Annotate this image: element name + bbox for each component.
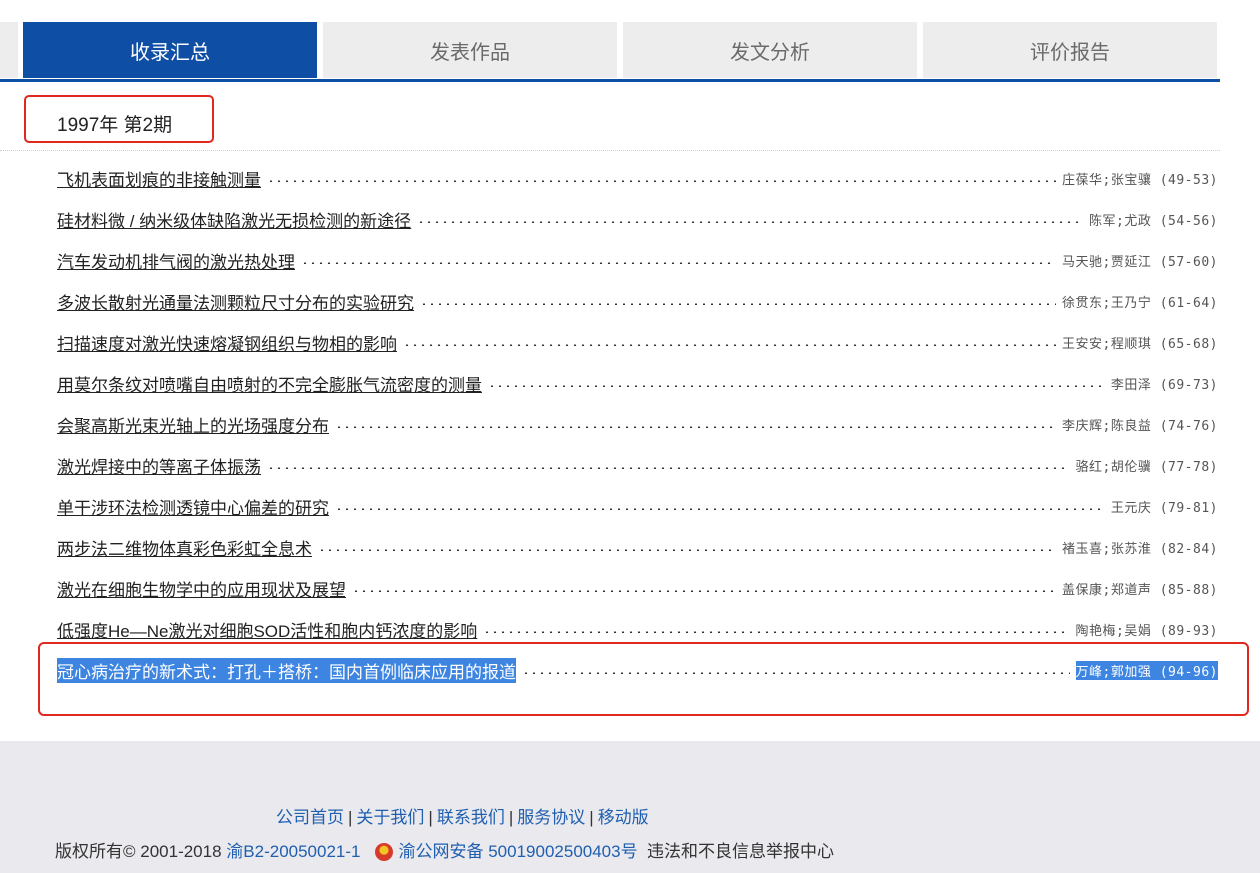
dot-leader: [318, 548, 1057, 551]
dot-leader: [417, 220, 1084, 223]
dot-leader: [267, 179, 1057, 182]
article-authors: 庄葆华;张宝骧: [1062, 173, 1152, 188]
issue-highlight-box: [24, 95, 214, 143]
article-title-link[interactable]: 激光焊接中的等离子体振荡: [57, 453, 261, 478]
dot-leader: [488, 384, 1105, 387]
article-title-link[interactable]: 会聚高斯光束光轴上的光场强度分布: [57, 412, 329, 437]
article-title-link[interactable]: 飞机表面划痕的非接触测量: [57, 166, 261, 191]
article-title-link[interactable]: 单干涉环法检测透镜中心偏差的研究: [57, 494, 329, 519]
dot-leader: [267, 466, 1070, 469]
article-title-link[interactable]: 两步法二维物体真彩色彩虹全息术: [57, 535, 312, 560]
article-title-link[interactable]: 激光在细胞生物学中的应用现状及展望: [57, 576, 346, 601]
article-pages: (77-78): [1159, 460, 1218, 475]
footer-link-terms[interactable]: 服务协议: [517, 808, 585, 827]
article-title-link[interactable]: 用莫尔条纹对喷嘴自由喷射的不完全膨胀气流密度的测量: [57, 371, 482, 396]
article-pages: (74-76): [1159, 419, 1218, 434]
article-title-link[interactable]: 汽车发动机排气阀的激光热处理: [57, 248, 295, 273]
tab-bar: 收录汇总 发表作品 发文分析 评价报告: [0, 0, 1260, 84]
article-pages: (79-81): [1159, 501, 1218, 516]
article-row: 激光焊接中的等离子体振荡 骆红;胡伦骥 (77-78): [57, 445, 1218, 486]
article-title-link[interactable]: 低强度He—Ne激光对细胞SOD活性和胞内钙浓度的影响: [57, 617, 477, 642]
article-pages: (54-56): [1159, 214, 1218, 229]
police-badge-icon: [374, 842, 393, 861]
article-pages: (65-68): [1159, 337, 1218, 352]
article-row: 单干涉环法检测透镜中心偏差的研究 王元庆 (79-81): [57, 486, 1218, 527]
article-title-link[interactable]: 硅材料微 / 纳米级体缺陷激光无损检测的新途径: [57, 207, 411, 232]
article-row: 扫描速度对激光快速熔凝钢组织与物相的影响 王安安;程顺琪 (65-68): [57, 322, 1218, 363]
article-authors: 陶艳梅;吴娟: [1075, 624, 1152, 639]
article-title-link[interactable]: 多波长散射光通量法测颗粒尺寸分布的实验研究: [57, 289, 414, 314]
article-row: 用莫尔条纹对喷嘴自由喷射的不完全膨胀气流密度的测量 李田泽 (69-73): [57, 363, 1218, 404]
article-pages: (82-84): [1159, 542, 1218, 557]
dot-leader: [352, 589, 1057, 592]
dot-leader: [420, 302, 1057, 305]
article-pages: (57-60): [1159, 255, 1218, 270]
tab-publications[interactable]: 发表作品: [323, 22, 617, 78]
icp-link[interactable]: 渝B2-20050021-1: [226, 837, 360, 862]
article-meta: 陶艳梅;吴娟 (89-93): [1076, 620, 1218, 639]
footer-link-home[interactable]: 公司首页: [276, 808, 344, 827]
article-row: 汽车发动机排气阀的激光热处理 马天驰;贾延江 (57-60): [57, 240, 1218, 281]
footer-link-about[interactable]: 关于我们: [356, 808, 424, 827]
article-pages: (49-53): [1159, 173, 1218, 188]
tab-report[interactable]: 评价报告: [923, 22, 1217, 78]
dot-leader: [335, 507, 1105, 510]
article-authors: 王安安;程顺琪: [1062, 337, 1152, 352]
article-authors: 李庆辉;陈良益: [1062, 419, 1152, 434]
selection-highlight-box: [38, 642, 1249, 716]
article-meta: 盖保康;郑道声 (85-88): [1062, 579, 1218, 598]
footer: 公司首页 | 关于我们 | 联系我们 | 服务协议 | 移动版 版权所有© 2001-2018 …: [0, 741, 1260, 873]
article-row: 两步法二维物体真彩色彩虹全息术 褚玉喜;张苏淮 (82-84): [57, 527, 1218, 568]
article-meta: 李庆辉;陈良益 (74-76): [1062, 415, 1218, 434]
article-authors: 徐贯东;王乃宁: [1062, 296, 1152, 311]
article-authors: 马天驰;贾延江: [1062, 255, 1152, 270]
dot-leader: [483, 630, 1070, 633]
dot-leader: [301, 261, 1057, 264]
tab-underline: [0, 79, 1220, 82]
article-row: 激光在细胞生物学中的应用现状及展望 盖保康;郑道声 (85-88): [57, 568, 1218, 609]
article-authors: 盖保康;郑道声: [1062, 583, 1152, 598]
article-authors: 褚玉喜;张苏淮: [1062, 542, 1152, 557]
article-meta: 褚玉喜;张苏淮 (82-84): [1062, 538, 1218, 557]
tab-summary[interactable]: 收录汇总: [23, 22, 317, 78]
tab-stub: [0, 22, 18, 78]
article-meta: 骆红;胡伦骥 (77-78): [1076, 456, 1218, 475]
article-meta: 庄葆华;张宝骧 (49-53): [1062, 169, 1218, 188]
dot-leader: [335, 425, 1057, 428]
police-record-link[interactable]: 渝公网安备 50019002500403号: [399, 837, 638, 862]
tab-analysis[interactable]: 发文分析: [623, 22, 917, 78]
article-authors: 王元庆: [1110, 501, 1152, 516]
copyright-text: 版权所有© 2001-2018: [55, 842, 222, 861]
article-meta: 王元庆 (79-81): [1111, 497, 1218, 516]
dot-leader: [403, 343, 1057, 346]
article-pages: (69-73): [1159, 378, 1218, 393]
article-row: 会聚高斯光束光轴上的光场强度分布 李庆辉;陈良益 (74-76): [57, 404, 1218, 445]
article-pages: (89-93): [1159, 624, 1218, 639]
article-meta: 马天驰;贾延江 (57-60): [1062, 251, 1218, 270]
article-meta: 徐贯东;王乃宁 (61-64): [1062, 292, 1218, 311]
footer-link-contact[interactable]: 联系我们: [437, 808, 505, 827]
article-row: 飞机表面划痕的非接触测量 庄葆华;张宝骧 (49-53): [57, 158, 1218, 199]
article-pages: (61-64): [1159, 296, 1218, 311]
article-authors: 骆红;胡伦骥: [1075, 460, 1152, 475]
copyright-line: 版权所有© 2001-2018 渝B2-20050021-1 渝公网安备 500…: [55, 837, 834, 862]
article-title-link[interactable]: 扫描速度对激光快速熔凝钢组织与物相的影响: [57, 330, 397, 355]
article-pages: (85-88): [1159, 583, 1218, 598]
article-meta: 李田泽 (69-73): [1111, 374, 1218, 393]
article-list: 飞机表面划痕的非接触测量 庄葆华;张宝骧 (49-53) 硅材料微 / 纳米级体缺陷…: [57, 158, 1218, 691]
divider: [0, 150, 1220, 151]
article-meta: 王安安;程顺琪 (65-68): [1062, 333, 1218, 352]
footer-link-mobile[interactable]: 移动版: [598, 808, 649, 827]
footer-links: 公司首页 | 关于我们 | 联系我们 | 服务协议 | 移动版: [276, 808, 649, 827]
report-center-text[interactable]: 违法和不良信息举报中心: [647, 837, 834, 862]
article-row: 多波长散射光通量法测颗粒尺寸分布的实验研究 徐贯东;王乃宁 (61-64): [57, 281, 1218, 322]
article-meta: 陈军;尤政 (54-56): [1089, 210, 1218, 229]
article-row: 硅材料微 / 纳米级体缺陷激光无损检测的新途径 陈军;尤政 (54-56): [57, 199, 1218, 240]
article-authors: 李田泽: [1110, 378, 1152, 393]
article-authors: 陈军;尤政: [1089, 214, 1152, 229]
